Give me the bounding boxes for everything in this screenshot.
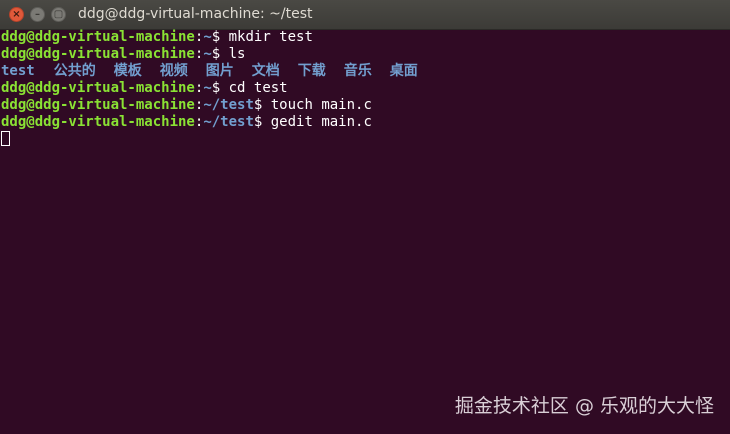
maximize-icon[interactable]: ▢ — [51, 7, 66, 22]
terminal-line: ddg@ddg-virtual-machine:~$ ls — [1, 46, 721, 63]
terminal-output[interactable]: ddg@ddg-virtual-machine:~$ mkdir test dd… — [1, 29, 721, 409]
ls-directory-entry: 音乐 — [343, 63, 372, 79]
prompt-symbol: $ — [211, 80, 229, 96]
command-text: touch main.c — [270, 97, 372, 113]
command-text: mkdir test — [228, 29, 313, 45]
prompt-user-host: ddg@ddg-virtual-machine — [1, 46, 195, 62]
watermark: 掘金技术社区 @ 乐观的大大怪 — [454, 395, 714, 417]
ls-directory-entry: 模板 — [113, 63, 142, 79]
prompt-user-host: ddg@ddg-virtual-machine — [1, 114, 195, 130]
ls-directory-entry: 下载 — [297, 63, 326, 79]
close-icon[interactable]: × — [9, 7, 24, 22]
terminal-line: ddg@ddg-virtual-machine:~$ cd test — [1, 80, 721, 97]
prompt-symbol: $ — [211, 46, 229, 62]
terminal-window: × – ▢ ddg@ddg-virtual-machine: ~/test dd… — [0, 0, 730, 434]
ls-directory-entry: test — [1, 63, 35, 79]
prompt-symbol: $ — [253, 114, 271, 130]
title-bar[interactable]: × – ▢ ddg@ddg-virtual-machine: ~/test — [0, 0, 730, 30]
terminal-input-line[interactable] — [1, 131, 721, 148]
text-cursor — [1, 131, 10, 146]
ls-directory-entry: 文档 — [251, 63, 280, 79]
prompt-symbol: $ — [211, 29, 229, 45]
terminal-line: ddg@ddg-virtual-machine:~/test$ gedit ma… — [1, 114, 721, 131]
minimize-icon[interactable]: – — [30, 7, 45, 22]
prompt-path: ~/test — [203, 114, 254, 130]
prompt-path: ~ — [203, 46, 212, 62]
prompt-path: ~ — [203, 80, 212, 96]
command-text: ls — [228, 46, 246, 62]
window-title: ddg@ddg-virtual-machine: ~/test — [78, 6, 313, 22]
terminal-line: ddg@ddg-virtual-machine:~$ mkdir test — [1, 29, 721, 46]
prompt-user-host: ddg@ddg-virtual-machine — [1, 80, 195, 96]
prompt-path: ~/test — [203, 97, 254, 113]
command-text: gedit main.c — [270, 114, 372, 130]
ls-directory-entry: 视频 — [159, 63, 188, 79]
prompt-user-host: ddg@ddg-virtual-machine — [1, 29, 195, 45]
ls-directory-entry: 图片 — [205, 63, 234, 79]
command-text: cd test — [228, 80, 288, 96]
prompt-user-host: ddg@ddg-virtual-machine — [1, 97, 195, 113]
ls-directory-entry: 桌面 — [389, 63, 418, 79]
terminal-line: ddg@ddg-virtual-machine:~/test$ touch ma… — [1, 97, 721, 114]
ls-output-line: test 公共的 模板 视频 图片 文档 下载 音乐 桌面 — [1, 63, 721, 80]
prompt-symbol: $ — [253, 97, 271, 113]
ls-directory-entry: 公共的 — [53, 63, 96, 79]
prompt-path: ~ — [203, 29, 212, 45]
